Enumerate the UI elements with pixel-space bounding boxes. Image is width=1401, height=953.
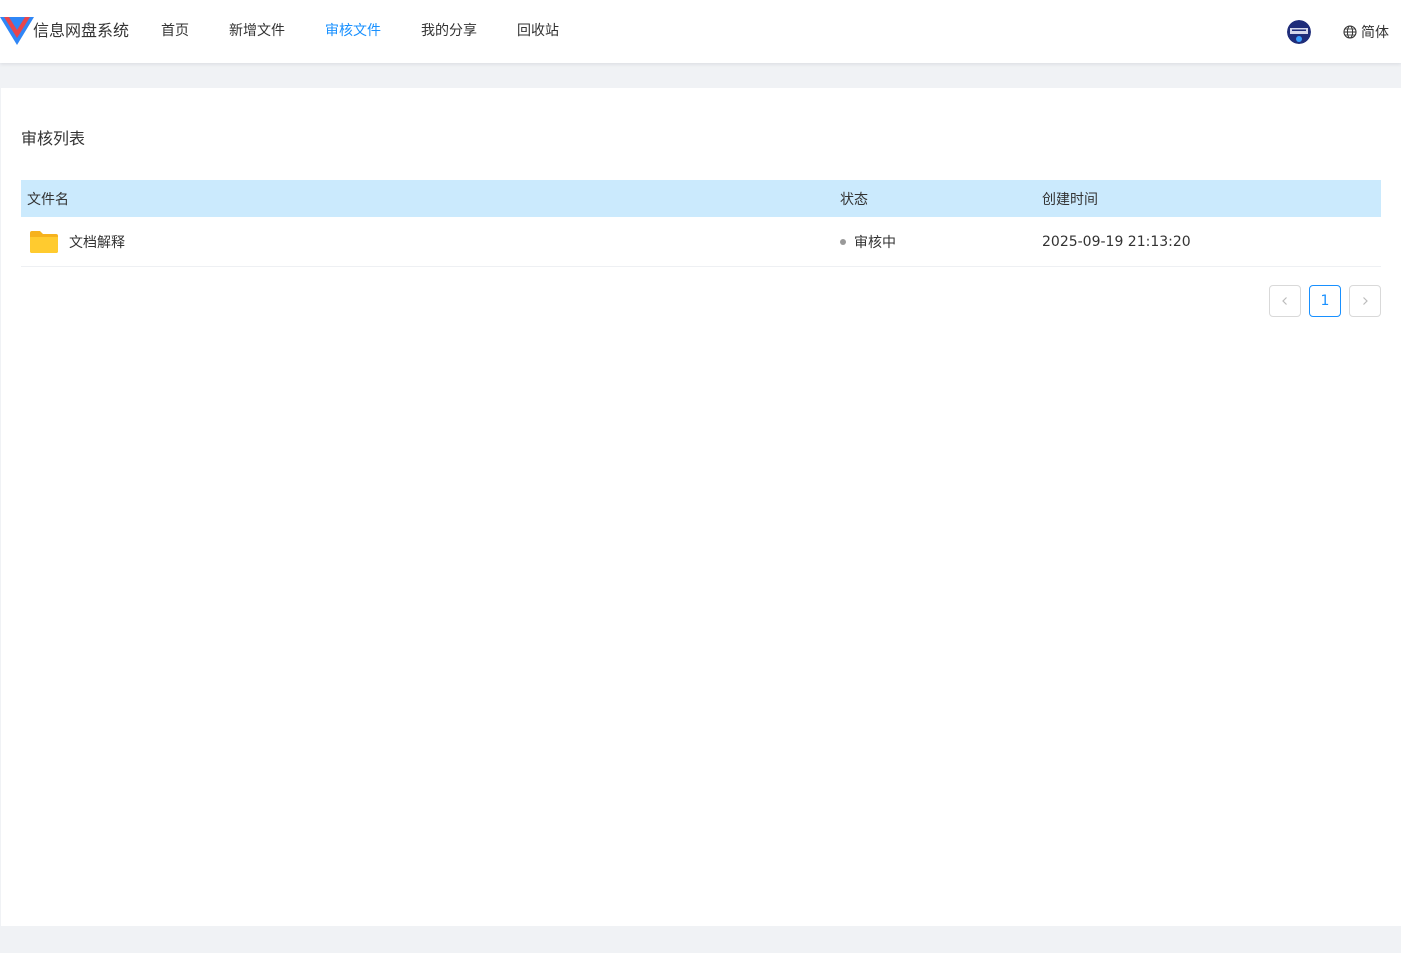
pagination: 1: [1269, 285, 1381, 317]
page-title: 审核列表: [21, 129, 86, 148]
language-switch[interactable]: 简体: [1343, 22, 1389, 42]
review-card: 审核列表 文件名 状态 创建时间 文档解释 审核中 2025-09-19 21:…: [1, 88, 1401, 926]
next-page-button[interactable]: [1349, 285, 1381, 317]
review-table: 文件名 状态 创建时间 文档解释 审核中 2025-09-19 21:13:20: [21, 180, 1381, 267]
folder-icon: [30, 230, 58, 253]
chevron-left-icon: [1282, 297, 1287, 305]
avatar[interactable]: [1287, 20, 1311, 44]
prev-page-button[interactable]: [1269, 285, 1301, 317]
nav-my-shares[interactable]: 我的分享: [401, 0, 497, 63]
status-dot: [840, 238, 846, 245]
table-row[interactable]: 文档解释 审核中 2025-09-19 21:13:20: [21, 217, 1381, 267]
table-header: 文件名 状态 创建时间: [21, 180, 1381, 217]
avatar-image: [1287, 20, 1311, 44]
column-header-name: 文件名: [27, 191, 69, 208]
nav-home[interactable]: 首页: [141, 0, 209, 63]
language-label: 简体: [1361, 25, 1389, 41]
app-title: 信息网盘系统: [33, 21, 130, 40]
nav-recycle-bin[interactable]: 回收站: [497, 0, 579, 63]
nav-add-file[interactable]: 新增文件: [209, 0, 305, 63]
page-button-current[interactable]: 1: [1309, 285, 1341, 317]
column-header-created: 创建时间: [1042, 191, 1098, 208]
globe-icon: [1343, 25, 1357, 39]
file-name[interactable]: 文档解释: [69, 232, 125, 252]
cell-created: 2025-09-19 21:13:20: [1042, 233, 1191, 250]
top-header: 信息网盘系统 首页 新增文件 审核文件 我的分享 回收站 简体: [0, 0, 1401, 63]
column-header-status: 状态: [840, 191, 868, 208]
status-badge: 审核中: [854, 234, 896, 251]
logo-icon: [0, 17, 34, 45]
main-nav: 首页 新增文件 审核文件 我的分享 回收站: [141, 0, 579, 63]
cell-name: 文档解释: [21, 230, 834, 254]
chevron-right-icon: [1363, 297, 1368, 305]
nav-review-files[interactable]: 审核文件: [305, 0, 401, 63]
cell-status: 审核中: [834, 232, 1036, 252]
